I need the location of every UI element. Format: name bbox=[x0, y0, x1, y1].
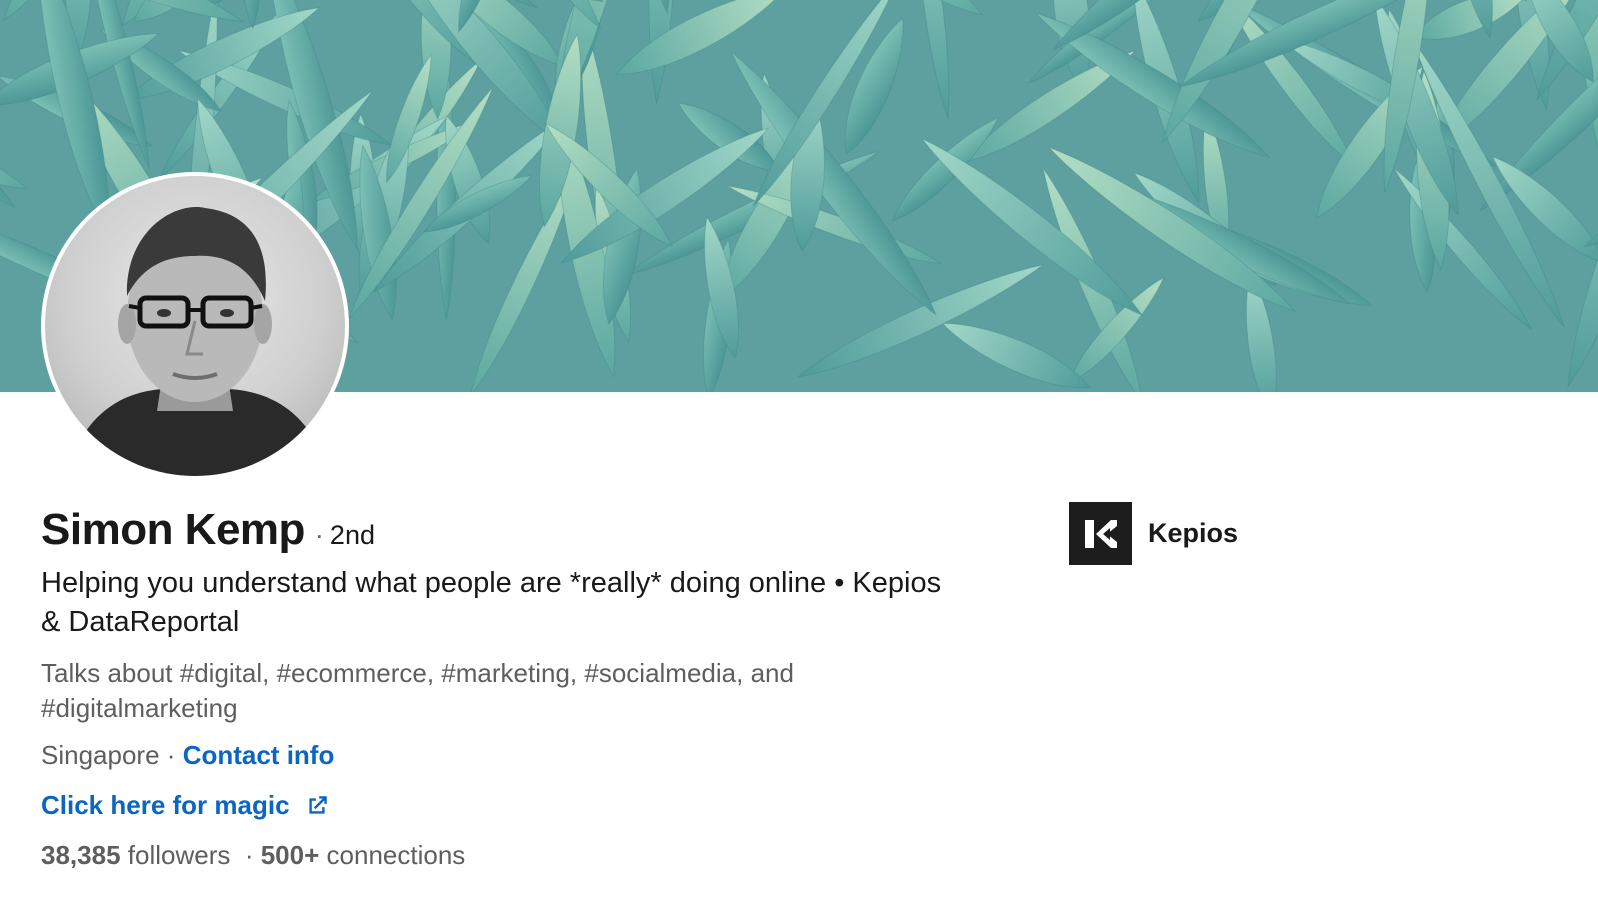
contact-info-link[interactable]: Contact info bbox=[183, 740, 335, 770]
stats-separator: · bbox=[244, 840, 254, 870]
profile-name: Simon Kemp bbox=[41, 505, 305, 554]
website-link[interactable]: Click here for magic bbox=[41, 790, 290, 821]
degree-separator: · bbox=[314, 520, 324, 550]
location-separator: · bbox=[166, 740, 176, 770]
profile-page: Simon Kemp · 2nd Helping you understand w… bbox=[0, 0, 1598, 900]
connection-degree: · 2nd bbox=[315, 520, 375, 551]
profile-photo-image bbox=[45, 176, 345, 476]
followers-count: 38,385 bbox=[41, 840, 121, 870]
talks-about: Talks about #digital, #ecommerce, #marke… bbox=[41, 658, 794, 723]
current-company[interactable]: Kepios bbox=[1069, 502, 1238, 565]
kepios-logo-icon bbox=[1069, 502, 1132, 565]
company-name: Kepios bbox=[1148, 518, 1239, 548]
profile-photo[interactable] bbox=[41, 172, 349, 480]
external-link-icon[interactable] bbox=[304, 793, 330, 819]
stats-row: 38,385 followers · 500+ connections bbox=[41, 840, 465, 871]
website-row: Click here for magic bbox=[41, 790, 330, 821]
name-row: Simon Kemp · 2nd bbox=[41, 505, 375, 555]
followers-label: followers bbox=[127, 840, 231, 870]
location-row: Singapore · Contact info bbox=[41, 740, 334, 771]
degree-label: 2nd bbox=[329, 520, 375, 550]
profile-headline: Helping you understand what people are *… bbox=[41, 567, 942, 638]
location-text: Singapore bbox=[41, 740, 160, 770]
connections-count: 500+ bbox=[260, 840, 320, 870]
connections-label: connections bbox=[326, 840, 466, 870]
